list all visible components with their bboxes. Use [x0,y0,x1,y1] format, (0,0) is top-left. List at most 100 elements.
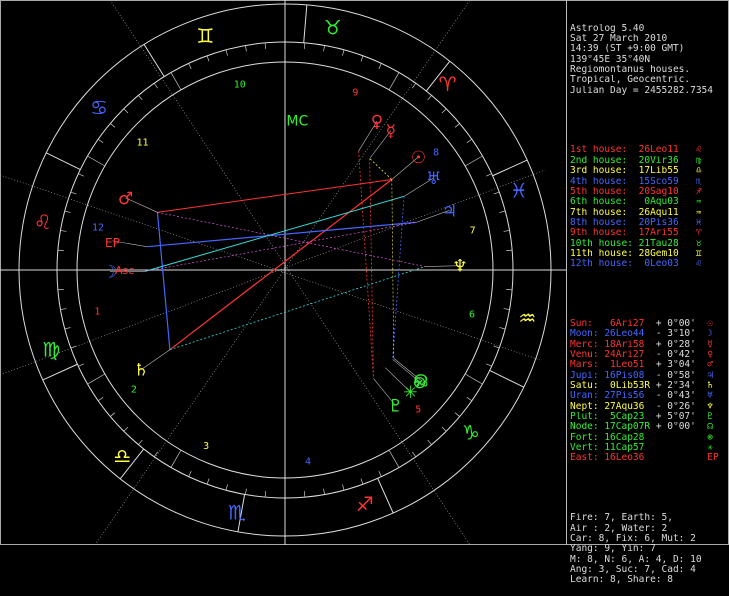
header-line: 139°45E 35°40N [570,55,728,65]
degree-tick [499,211,505,213]
house-row: 8th house: 20Pis36 ♓ [570,218,728,228]
degree-tick [361,479,363,485]
planet-position: 16Pis08 [604,371,655,381]
sign-icon: ♉ [696,239,702,249]
planet-icon: ♄ [133,361,148,381]
planet-row: Merc: 18Ari58 + 0°28' ☿ [570,340,728,350]
house-value: 26Leo11 [639,145,696,155]
planet-position: 18Ari58 [604,340,655,350]
house-value: 28Gem10 [639,249,696,259]
planet-label: Mars: [570,360,604,370]
degree-tick [60,230,66,231]
sign-icon: ♒ [696,197,702,207]
planet-icon: ☿ [702,340,713,350]
sign-icon: ♌ [34,210,52,234]
stats-line: Air : 2, Water: 2 [570,524,728,534]
planet-icon: ☉ [702,319,713,329]
house-row: 10th house: 21Tau28 ♉ [570,239,728,249]
degree-tick [65,211,71,213]
house-label: 4th house: [570,177,639,187]
house-value: 21Tau28 [639,239,696,249]
house-number: 7 [470,225,476,236]
sign-icon: ♍ [696,156,702,166]
ascendant-label: Asc [115,264,134,277]
planet-label: Fort: [570,433,604,443]
house-numbers: 123456789101112 [92,79,476,467]
planet-speed: - 0°26' [656,402,702,412]
planet-icon: ♇ [388,397,403,417]
aspect-line [170,180,392,350]
header-line: 14:39 (ST +9:00 GMT) [570,44,728,54]
house-label: 5th house: [570,187,639,197]
planet-label: Moon: [570,329,604,339]
sign-icon: ♈ [439,72,457,96]
degree-tick [465,374,482,384]
midheaven-label: MC [286,114,308,130]
stats-line: Fire: 7, Earth: 5, [570,513,728,523]
degree-tick [455,123,460,127]
degree-tick [189,63,192,68]
house-row: 2nd house: 20Vir36 ♍ [570,156,728,166]
sign-icon: ♐ [356,492,374,516]
degree-tick [389,450,399,467]
house-cusp-line [43,364,78,380]
house-row: 4th house: 15Sco59 ♏ [570,177,728,187]
degree-tick [304,43,305,49]
house-cusp-line [46,153,80,170]
planet-speed: - 3°10' [656,329,702,339]
planet-speed [656,453,702,463]
house-cusp-line [378,478,393,513]
planet-icon: ♆ [452,257,467,277]
planet-icon: ♀ [702,350,713,360]
degree-tick [379,63,382,68]
planet-position: 16Cap28 [604,433,655,443]
planet-speed: - 0°58' [656,371,702,381]
degree-tick [499,327,505,329]
degree-tick [428,440,432,445]
planet-position: 27Pis56 [604,391,655,401]
stats-line: Ang: 3, Suc: 7, Cad: 4 [570,565,728,575]
degree-tick [442,109,446,113]
planet-speed: + 0°00' [656,422,702,432]
sign-icon: ♌ [696,259,702,269]
planet-speed: + 0°00' [656,319,702,329]
house-value: 20Vir36 [639,156,696,166]
house-number: 5 [415,404,421,415]
aspect-line [157,180,391,213]
house-number: 4 [305,457,311,468]
degree-tick [467,397,472,400]
house-row: 12th house: 0Leo03 ♌ [570,259,728,269]
house-number: 3 [203,441,209,452]
planet-row: East: 16Leo36 EP [570,453,728,463]
house-value: 20Sag10 [639,187,696,197]
degree-tick [138,95,142,100]
planet-icon: ♂ [118,189,133,209]
degree-tick [465,156,482,166]
aspect-line [370,159,374,379]
degree-tick [124,427,128,431]
house-value: 17Lib55 [639,166,696,176]
house-row: 5th house: 20Sag10 ♐ [570,187,728,197]
degree-tick [494,192,500,194]
house-value: 17Ari55 [639,228,696,238]
stats-line: Yang: 9, Yin: 7 [570,544,728,554]
house-value: 15Sco59 [639,177,696,187]
sign-icon: ♍ [42,338,60,362]
degree-tick [412,452,415,457]
house-label: 1st house: [570,145,639,155]
planet-label: Merc: [570,340,604,350]
sign-icon: ♓ [510,178,528,202]
planet-position: 6Ari27 [604,319,655,329]
sign-icon: ♈ [696,228,702,238]
planet-label: Uran: [570,391,604,401]
degree-tick [428,95,432,100]
house-label: 2nd house: [570,156,639,166]
degree-tick [245,45,246,51]
aspect-line [392,180,394,359]
house-label: 8th house: [570,218,639,228]
house-row: 1st house: 26Leo11 ♌ [570,145,728,155]
degree-tick [226,50,228,56]
aspect-line [359,151,374,379]
planet-label: Venu: [570,350,604,360]
planet-icon: ⊗ [702,433,713,443]
